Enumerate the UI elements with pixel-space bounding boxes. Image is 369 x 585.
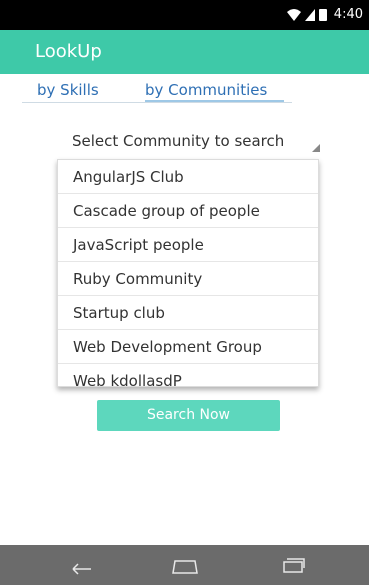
community-select-label: Select Community to search: [72, 132, 285, 150]
status-bar: 4:40: [0, 0, 369, 30]
tab-by-skills[interactable]: by Skills: [37, 81, 99, 99]
signal-icon: [304, 9, 315, 21]
status-icons: 4:40: [286, 7, 363, 23]
dropdown-option-web-kdollasdp[interactable]: Web kdollasdP: [58, 364, 318, 386]
recent-apps-icon[interactable]: [273, 553, 313, 577]
back-icon[interactable]: [61, 553, 101, 577]
tab-by-communities[interactable]: by Communities: [145, 81, 267, 99]
community-select[interactable]: Select Community to search: [70, 128, 320, 156]
community-dropdown-list[interactable]: AngularJS Club Cascade group of people J…: [57, 159, 319, 387]
dropdown-option-javascript-people[interactable]: JavaScript people: [58, 228, 318, 262]
dropdown-option-web-development-group[interactable]: Web Development Group: [58, 330, 318, 364]
search-now-button[interactable]: Search Now: [97, 400, 280, 431]
navigation-bar: [0, 545, 369, 585]
tabs-divider: [22, 102, 292, 103]
dropdown-option-startup-club[interactable]: Startup club: [58, 296, 318, 330]
tab-bar: by Skills by Communities: [0, 74, 369, 103]
status-time: 4:40: [333, 7, 363, 22]
dropdown-option-angularjs-club[interactable]: AngularJS Club: [58, 160, 318, 194]
app-title: LookUp: [35, 41, 102, 62]
home-icon[interactable]: [165, 553, 205, 577]
dropdown-option-cascade-group[interactable]: Cascade group of people: [58, 194, 318, 228]
battery-icon: [318, 9, 327, 21]
dropdown-option-ruby-community[interactable]: Ruby Community: [58, 262, 318, 296]
screen: 4:40 LookUp by Skills by Communities Sel…: [0, 0, 369, 585]
dropdown-caret-icon: [312, 144, 320, 152]
action-bar: LookUp: [0, 30, 369, 74]
wifi-icon: [286, 9, 301, 21]
